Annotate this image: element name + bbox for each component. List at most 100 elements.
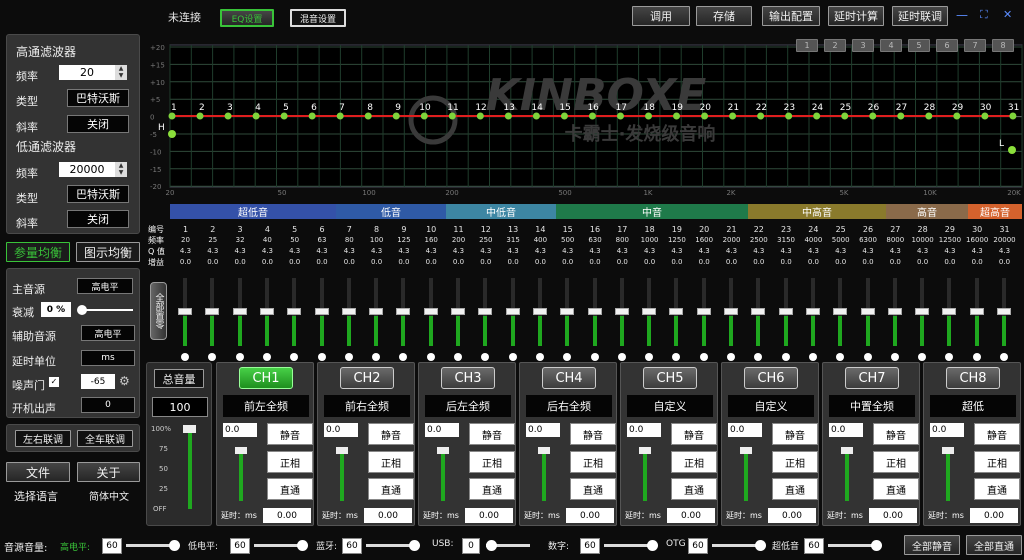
channel-slider-thumb[interactable] — [538, 447, 550, 454]
eq-point-16[interactable] — [588, 112, 596, 120]
channel-name[interactable]: 中置全频 — [829, 395, 915, 417]
band-q[interactable]: 4.3 — [199, 246, 226, 257]
phase-button[interactable]: 正相 — [570, 451, 616, 473]
band-freq[interactable]: 315 — [500, 235, 527, 246]
band-freq[interactable]: 250 — [472, 235, 499, 246]
highpass-handle[interactable] — [168, 130, 176, 138]
channel-db[interactable]: 0.0 — [627, 423, 661, 437]
channel-slider-thumb[interactable] — [841, 447, 853, 454]
channel-db[interactable]: 0.0 — [526, 423, 560, 437]
band-gain[interactable]: 0.0 — [418, 257, 445, 268]
eq-point-31[interactable] — [1009, 112, 1017, 120]
pass-all-button[interactable]: 全部直通 — [966, 535, 1022, 555]
band-gain[interactable]: 0.0 — [773, 257, 800, 268]
band-freq[interactable]: 100 — [363, 235, 390, 246]
band-q[interactable]: 4.3 — [172, 246, 199, 257]
band-slider-13[interactable] — [505, 278, 520, 361]
band-freq[interactable]: 8000 — [882, 235, 909, 246]
band-gain[interactable]: 0.0 — [636, 257, 663, 268]
channel-slider-thumb[interactable] — [942, 447, 954, 454]
band-freq[interactable]: 1600 — [691, 235, 718, 246]
band-slider-20[interactable] — [696, 278, 711, 361]
band-slider-18[interactable] — [642, 278, 657, 361]
band-freq[interactable]: 50 — [281, 235, 308, 246]
band-freq[interactable]: 63 — [309, 235, 336, 246]
band-slider-7[interactable] — [341, 278, 356, 361]
band-slider-19[interactable] — [669, 278, 684, 361]
delay-value[interactable]: 0.00 — [970, 508, 1018, 523]
param-eq-button[interactable]: 参量均衡 — [6, 242, 70, 262]
band-q[interactable]: 4.3 — [882, 246, 909, 257]
band-gain[interactable]: 0.0 — [745, 257, 772, 268]
eq-point-6[interactable] — [308, 112, 316, 120]
phase-button[interactable]: 正相 — [772, 451, 818, 473]
delay-value[interactable]: 0.00 — [263, 508, 311, 523]
otg-value[interactable]: 60 — [688, 538, 708, 554]
channel-name[interactable]: 后右全频 — [526, 395, 612, 417]
band-q[interactable]: 4.3 — [309, 246, 336, 257]
band-gain[interactable]: 0.0 — [855, 257, 882, 268]
band-q[interactable]: 4.3 — [554, 246, 581, 257]
band-slider-10[interactable] — [423, 278, 438, 361]
band-slider-24[interactable] — [805, 278, 820, 361]
band-freq[interactable]: 25 — [199, 235, 226, 246]
band-freq[interactable]: 500 — [554, 235, 581, 246]
channel-button-5[interactable]: CH5 — [643, 367, 697, 389]
eq-point-21[interactable] — [729, 112, 737, 120]
band-freq[interactable]: 12500 — [936, 235, 963, 246]
power-on-select[interactable]: 0 — [81, 397, 135, 413]
eq-point-23[interactable] — [785, 112, 793, 120]
band-q[interactable]: 4.3 — [691, 246, 718, 257]
gear-icon[interactable]: ⚙ — [119, 374, 130, 388]
mode-button[interactable]: 直通 — [974, 478, 1020, 500]
noise-gate-input[interactable]: -65 — [81, 374, 115, 389]
band-q[interactable]: 4.3 — [390, 246, 417, 257]
channel-slider-thumb[interactable] — [336, 447, 348, 454]
band-freq[interactable]: 20 — [172, 235, 199, 246]
preset-button-8[interactable]: 8 — [992, 39, 1014, 52]
language-select[interactable]: 简体中文 — [89, 488, 129, 503]
band-q[interactable]: 4.3 — [363, 246, 390, 257]
band-slider-15[interactable] — [560, 278, 575, 361]
band-freq[interactable]: 800 — [609, 235, 636, 246]
eq-point-10[interactable] — [420, 112, 428, 120]
band-gain[interactable]: 0.0 — [309, 257, 336, 268]
band-gain[interactable]: 0.0 — [936, 257, 963, 268]
delay-value[interactable]: 0.00 — [768, 508, 816, 523]
digital-value[interactable]: 60 — [580, 538, 600, 554]
band-slider-30[interactable] — [969, 278, 984, 361]
band-gain[interactable]: 0.0 — [663, 257, 690, 268]
eq-point-9[interactable] — [392, 112, 400, 120]
band-gain[interactable]: 0.0 — [445, 257, 472, 268]
mute-button[interactable]: 静音 — [368, 423, 414, 445]
channel-name[interactable]: 前右全频 — [324, 395, 410, 417]
otg-slider[interactable] — [712, 540, 766, 552]
channel-slider-thumb[interactable] — [235, 447, 247, 454]
channel-name[interactable]: 自定义 — [728, 395, 814, 417]
phase-button[interactable]: 正相 — [368, 451, 414, 473]
band-gain[interactable]: 0.0 — [691, 257, 718, 268]
channel-button-8[interactable]: CH8 — [946, 367, 1000, 389]
band-freq[interactable]: 3150 — [773, 235, 800, 246]
eq-point-13[interactable] — [504, 112, 512, 120]
subwoofer-slider[interactable] — [828, 540, 882, 552]
band-q[interactable]: 4.3 — [582, 246, 609, 257]
band-gain[interactable]: 0.0 — [718, 257, 745, 268]
mute-button[interactable]: 静音 — [671, 423, 717, 445]
band-q[interactable]: 4.3 — [773, 246, 800, 257]
band-freq[interactable]: 32 — [227, 235, 254, 246]
delay-value[interactable]: 0.00 — [364, 508, 412, 523]
phase-button[interactable]: 正相 — [469, 451, 515, 473]
eq-point-14[interactable] — [532, 112, 540, 120]
band-q[interactable]: 4.3 — [609, 246, 636, 257]
channel-button-4[interactable]: CH4 — [542, 367, 596, 389]
band-gain[interactable]: 0.0 — [472, 257, 499, 268]
band-freq[interactable]: 6300 — [855, 235, 882, 246]
all-link-button[interactable]: 全车联调 — [77, 430, 133, 447]
delay-value[interactable]: 0.00 — [667, 508, 715, 523]
band-q[interactable]: 4.3 — [418, 246, 445, 257]
eq-point-30[interactable] — [981, 112, 989, 120]
eq-point-7[interactable] — [336, 112, 344, 120]
eq-point-5[interactable] — [280, 112, 288, 120]
band-q[interactable]: 4.3 — [827, 246, 854, 257]
